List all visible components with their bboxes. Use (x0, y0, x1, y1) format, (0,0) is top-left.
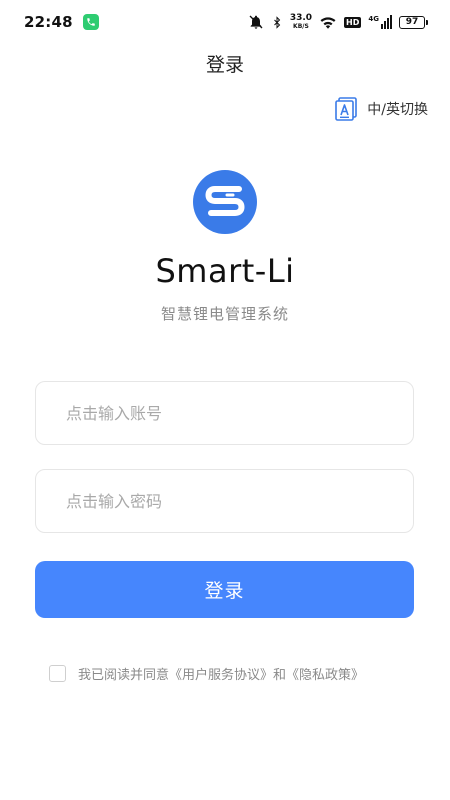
language-switch-button[interactable]: 中/英切换 (335, 97, 428, 121)
mute-bell-icon (248, 14, 264, 30)
language-switch-label: 中/英切换 (367, 102, 428, 118)
agreement-row: 我已阅读并同意《用户服务协议》和《隐私政策》 (49, 664, 364, 683)
bluetooth-icon (271, 15, 283, 30)
network-speed: 33.0 KB/S (290, 14, 312, 30)
status-icons: 33.0 KB/S HD 4G 97 (248, 14, 428, 30)
user-agreement-link[interactable]: 《用户服务协议》 (169, 668, 273, 683)
phone-icon (82, 14, 99, 30)
battery-level: 97 (399, 15, 425, 29)
password-field[interactable] (35, 469, 414, 533)
network-speed-unit: KB/S (293, 23, 309, 30)
privacy-policy-link[interactable]: 《隐私政策》 (286, 668, 364, 683)
battery-icon: 97 (399, 15, 428, 29)
account-input[interactable] (66, 403, 383, 423)
login-button[interactable]: 登录 (35, 561, 414, 618)
wifi-icon (319, 15, 337, 29)
page-title: 登录 (205, 54, 244, 76)
network-speed-value: 33.0 (289, 13, 313, 23)
hd-badge: HD (344, 16, 362, 28)
app-logo (193, 170, 257, 234)
agreement-text: 我已阅读并同意《用户服务协议》和《隐私政策》 (78, 664, 364, 683)
account-field[interactable] (35, 381, 414, 445)
app-name: Smart-Li (155, 252, 295, 290)
signal-icon: 4G (368, 15, 392, 29)
app-subtitle: 智慧锂电管理系统 (160, 305, 289, 323)
agreement-prefix: 我已阅读并同意 (78, 668, 170, 683)
password-input[interactable] (66, 491, 383, 511)
status-time: 22:48 (24, 13, 73, 31)
language-icon (335, 97, 358, 121)
status-bar: 22:48 33.0 KB/S HD 4G 97 (0, 0, 450, 44)
network-type: 4G (368, 15, 379, 23)
agreement-conjunction: 和 (273, 668, 287, 683)
agreement-checkbox[interactable] (49, 665, 66, 682)
